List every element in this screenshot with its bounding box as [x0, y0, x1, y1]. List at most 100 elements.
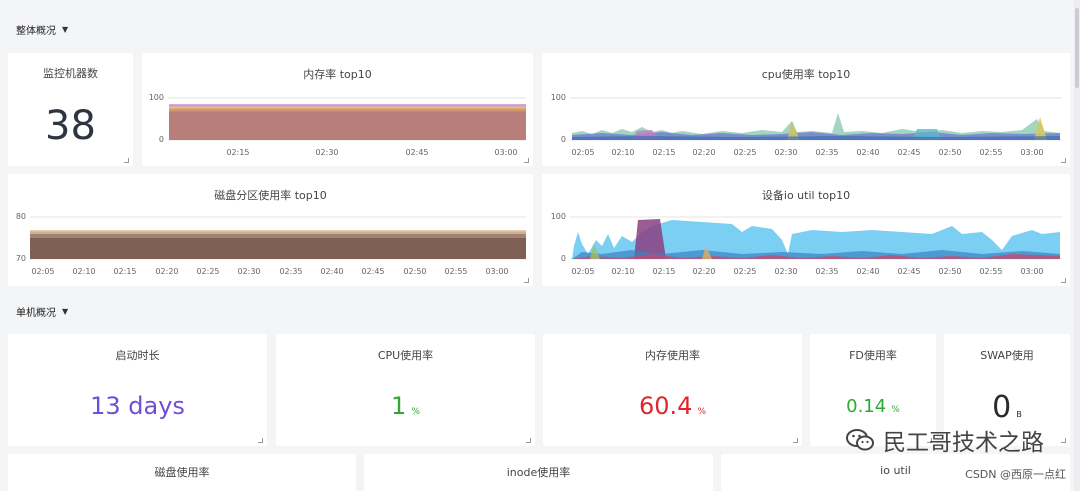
x-tick-label: 02:05: [571, 267, 594, 276]
panel-uptime: 启动时长 13 days: [8, 334, 267, 446]
resize-handle[interactable]: [258, 438, 263, 443]
resize-handle[interactable]: [793, 438, 798, 443]
x-tick-label: 03:00: [485, 267, 508, 276]
cpu-top10-chart: 100 0 02:05 02:10 02:15 02:20 02:25 02:3…: [551, 93, 1062, 157]
page-scrollbar[interactable]: [1074, 0, 1080, 491]
x-tick-label: 02:55: [979, 267, 1002, 276]
resize-handle[interactable]: [524, 158, 529, 163]
fd-usage-stat: 0.14 %: [810, 396, 936, 417]
x-tick-label: 02:05: [571, 148, 594, 157]
swap-usage-value: 0: [992, 390, 1012, 425]
mem-usage-value: 60.4: [638, 392, 693, 420]
y-axis-max-label: 100: [149, 93, 164, 102]
section-single-title: 单机概况: [16, 308, 56, 319]
mem-top10-chart: 100 0 02:15 02:30 02:45 03:00: [149, 93, 526, 157]
scrollbar-thumb[interactable]: [1075, 8, 1079, 88]
panel-title: inode使用率: [506, 466, 571, 479]
panel-title: 内存使用率: [645, 349, 700, 362]
y-axis-min-label: 0: [561, 135, 566, 144]
x-tick-label: 02:15: [652, 148, 675, 157]
x-tick-label: 02:20: [155, 267, 178, 276]
panel-title: 启动时长: [115, 349, 160, 362]
panel-mem-top10: 内存率 top10 100 0 02:15 02:30 02:45 03:00: [142, 53, 533, 166]
wechat-icon: [846, 429, 874, 451]
watermark: 民工哥技术之路: [845, 423, 1044, 457]
panel-io-top10: 设备io util top10 100 0 02:05 02:10 02:15 …: [542, 174, 1070, 286]
panel-cpu-top10: cpu使用率 top10 100 0 02:05 02:10 02:15 02:…: [542, 53, 1070, 166]
watermark-text: 民工哥技术之路: [883, 430, 1044, 456]
y-axis-max-label: 100: [551, 93, 566, 102]
io-top10-chart: 100 0 02:05 02:10 02:15 02:20 02:25 02:3…: [551, 212, 1062, 276]
x-tick-label: 03:00: [1020, 148, 1043, 157]
y-axis-min-label: 0: [561, 254, 566, 263]
x-tick-label: 02:40: [856, 148, 879, 157]
x-tick-label: 02:50: [938, 267, 961, 276]
resize-handle[interactable]: [1061, 158, 1066, 163]
panel-disk-usage: 磁盘使用率: [8, 454, 356, 491]
x-tick-label: 02:20: [692, 148, 715, 157]
section-single-toggle[interactable]: 单机概况 ▼: [16, 304, 68, 319]
credit-text: CSDN @西原一点红: [965, 468, 1066, 481]
x-tick-label: 02:50: [938, 148, 961, 157]
resize-handle[interactable]: [1061, 278, 1066, 283]
x-tick-label: 02:25: [733, 148, 756, 157]
x-tick-label: 02:30: [774, 267, 797, 276]
x-tick-label: 03:00: [494, 148, 517, 157]
x-tick-label: 02:30: [774, 148, 797, 157]
panel-title: FD使用率: [849, 349, 897, 362]
x-tick-label: 02:40: [856, 267, 879, 276]
panel-title: CPU使用率: [377, 349, 434, 362]
panel-machine-count: 监控机器数 38: [8, 53, 133, 166]
x-tick-label: 02:40: [320, 267, 343, 276]
y-axis-min-label: 70: [16, 254, 26, 263]
panel-inode-usage: inode使用率: [364, 454, 713, 491]
resize-handle[interactable]: [1061, 438, 1066, 443]
x-tick-label: 02:10: [611, 267, 634, 276]
x-tick-label: 02:20: [692, 267, 715, 276]
x-tick-label: 02:30: [237, 267, 260, 276]
caret-down-icon: ▼: [62, 25, 69, 34]
resize-handle[interactable]: [524, 278, 529, 283]
x-tick-label: 02:45: [897, 148, 920, 157]
x-tick-label: 02:35: [815, 148, 838, 157]
x-tick-label: 02:05: [31, 267, 54, 276]
panel-title: SWAP使用: [980, 349, 1034, 362]
panel-mem-usage: 内存使用率 60.4 %: [543, 334, 802, 446]
x-tick-label: 03:00: [1020, 267, 1043, 276]
cpu-usage-unit: %: [411, 407, 420, 417]
cpu-usage-stat: 1 %: [276, 392, 535, 420]
swap-usage-stat: 0 B: [944, 390, 1070, 425]
y-axis-max-label: 80: [16, 212, 26, 221]
y-axis-max-label: 100: [551, 212, 566, 221]
panel-disk-top10: 磁盘分区使用率 top10 80 70 02:05 02:10 02:15 02…: [8, 174, 533, 286]
x-tick-label: 02:25: [733, 267, 756, 276]
y-axis-min-label: 0: [159, 135, 164, 144]
section-overview-title: 整体概况: [16, 26, 56, 37]
x-tick-label: 02:50: [403, 267, 426, 276]
x-tick-label: 02:15: [226, 148, 249, 157]
panel-title: 磁盘使用率: [154, 466, 210, 479]
x-tick-label: 02:45: [361, 267, 384, 276]
x-tick-label: 02:45: [897, 267, 920, 276]
x-tick-label: 02:25: [196, 267, 219, 276]
x-tick-label: 02:30: [315, 148, 338, 157]
resize-handle[interactable]: [526, 438, 531, 443]
cpu-usage-value: 1: [391, 392, 407, 420]
x-tick-label: 02:45: [405, 148, 428, 157]
fd-usage-value: 0.14: [846, 396, 887, 417]
x-tick-label: 02:15: [652, 267, 675, 276]
swap-usage-unit: B: [1016, 410, 1022, 419]
mem-usage-stat: 60.4 %: [543, 392, 802, 420]
resize-handle[interactable]: [124, 158, 129, 163]
fd-usage-unit: %: [891, 405, 900, 415]
caret-down-icon: ▼: [62, 307, 69, 316]
x-tick-label: 02:35: [815, 267, 838, 276]
x-tick-label: 02:55: [444, 267, 467, 276]
x-tick-label: 02:10: [611, 148, 634, 157]
section-overview-toggle[interactable]: 整体概况 ▼: [16, 22, 68, 37]
panel-cpu-usage: CPU使用率 1 %: [276, 334, 535, 446]
x-tick-label: 02:55: [979, 148, 1002, 157]
uptime-value: 13 days: [90, 392, 185, 420]
disk-top10-chart: 80 70 02:05 02:10 02:15 02:20 02:25 02:3…: [16, 212, 526, 276]
x-tick-label: 02:35: [279, 267, 302, 276]
